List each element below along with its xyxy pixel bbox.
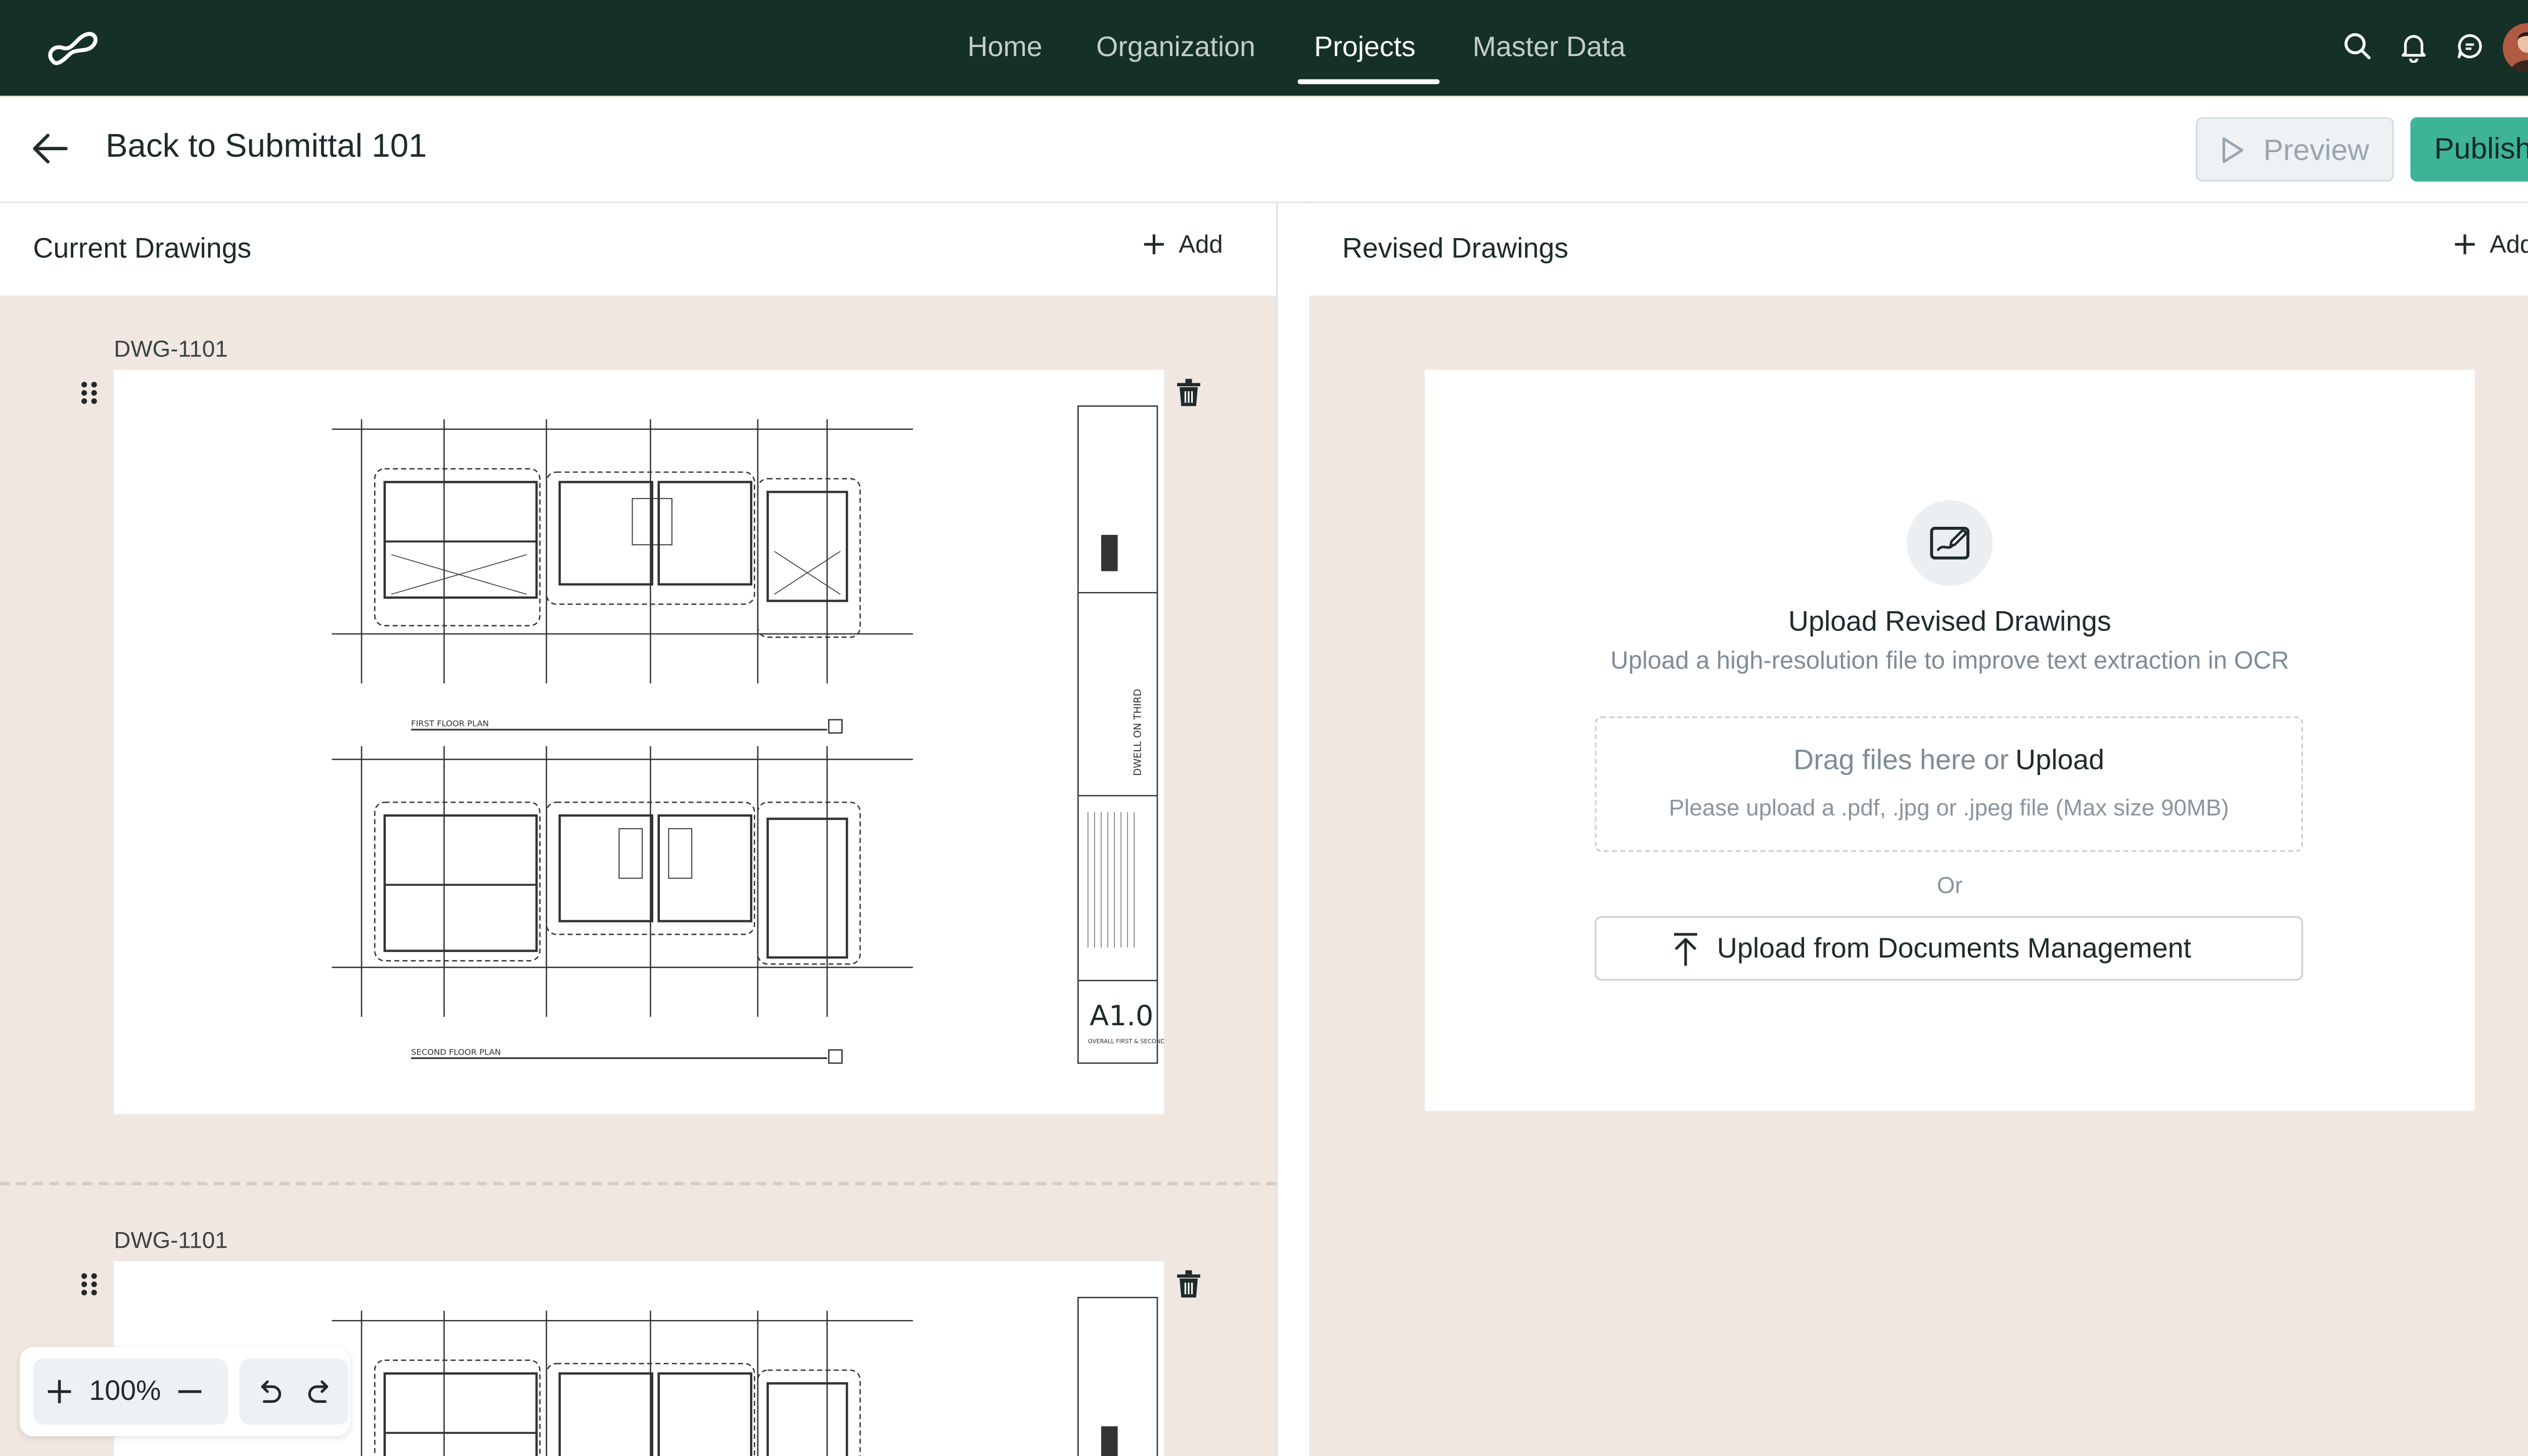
add-label: Add bbox=[2490, 231, 2528, 259]
publish-button[interactable]: Publish bbox=[2410, 117, 2528, 182]
plus-icon bbox=[2455, 234, 2475, 254]
drawing-id-label: DWG-1101 bbox=[114, 335, 228, 362]
upload-link[interactable]: Upload bbox=[2015, 745, 2104, 776]
or-separator: Or bbox=[1936, 872, 1963, 898]
zoom-controls: 100% bbox=[33, 1358, 228, 1425]
sheet-number: A1.0 bbox=[1090, 999, 1153, 1032]
drag-files-text: Drag files here or bbox=[1793, 744, 2009, 776]
floor-plan-drawing: FIRST FLOOR PLAN SECOND FLOOR PLAN DWELL… bbox=[332, 405, 1164, 1064]
drag-handle-icon[interactable] bbox=[79, 380, 99, 406]
revised-drawings-header: Revised Drawings Add bbox=[1309, 203, 2528, 296]
plan-label-second: SECOND FLOOR PLAN bbox=[411, 1048, 501, 1057]
bell-icon[interactable] bbox=[2397, 30, 2430, 63]
project-name: DWELL ON THIRD bbox=[1132, 689, 1143, 776]
panel-divider bbox=[1276, 203, 1310, 1456]
nav-master-data[interactable]: Master Data bbox=[1473, 0, 1626, 96]
nav-home[interactable]: Home bbox=[967, 0, 1042, 96]
chat-icon[interactable] bbox=[2453, 30, 2486, 63]
add-revised-drawing-button[interactable]: Add bbox=[2453, 231, 2528, 259]
search-icon[interactable] bbox=[2341, 30, 2374, 63]
current-drawings-header: Current Drawings Add bbox=[0, 203, 1277, 296]
zoom-toolbar: 100% bbox=[20, 1347, 350, 1436]
file-type-hint: Please upload a .pdf, .jpg or .jpeg file… bbox=[1668, 794, 2229, 821]
trash-icon[interactable] bbox=[1176, 1269, 1202, 1299]
revised-drawings-title: Revised Drawings bbox=[1342, 233, 1569, 264]
upload-subtitle: Upload a high-resolution file to improve… bbox=[1610, 647, 2289, 675]
app-logo[interactable] bbox=[43, 25, 103, 71]
zoom-in-icon[interactable] bbox=[46, 1379, 72, 1405]
panel-divider-line bbox=[1276, 203, 1278, 1456]
play-icon bbox=[2222, 137, 2243, 163]
upload-from-documents-label: Upload from Documents Management bbox=[1717, 932, 2191, 964]
plus-icon bbox=[1144, 234, 1164, 254]
upload-card: Upload Revised Drawings Upload a high-re… bbox=[1424, 370, 2475, 1111]
preview-button[interactable]: Preview bbox=[2195, 117, 2394, 182]
plan-label-first: FIRST FLOOR PLAN bbox=[411, 719, 489, 729]
drawing-separator bbox=[0, 1181, 1277, 1186]
trash-icon[interactable] bbox=[1176, 378, 1202, 408]
drag-handle-icon[interactable] bbox=[79, 1271, 99, 1297]
redo-icon[interactable] bbox=[305, 1377, 335, 1406]
upload-from-documents-button[interactable]: Upload from Documents Management bbox=[1595, 916, 2304, 981]
active-tab-indicator bbox=[1297, 79, 1440, 84]
nav-organization[interactable]: Organization bbox=[1096, 0, 1255, 96]
zoom-out-icon[interactable] bbox=[176, 1379, 203, 1405]
back-to-submittal-link[interactable]: Back to Submittal 101 bbox=[106, 129, 427, 167]
history-controls bbox=[239, 1358, 348, 1425]
top-navigation-bar: Home Organization Projects Master Data bbox=[0, 0, 2528, 96]
current-drawings-title: Current Drawings bbox=[33, 233, 252, 264]
user-avatar[interactable] bbox=[2503, 23, 2528, 73]
add-label: Add bbox=[1179, 231, 1223, 259]
upload-icon-container bbox=[1907, 500, 1993, 586]
upload-arrow-icon bbox=[1674, 933, 1697, 966]
drawing-id-label: DWG-1101 bbox=[114, 1226, 228, 1253]
add-current-drawing-button[interactable]: Add bbox=[1143, 231, 1223, 259]
upload-title: Upload Revised Drawings bbox=[1788, 606, 2111, 638]
back-arrow-icon[interactable] bbox=[30, 130, 73, 167]
page-header: Back to Submittal 101 Preview Publish bbox=[0, 97, 2528, 203]
undo-icon[interactable] bbox=[254, 1377, 284, 1406]
drawing-thumbnail[interactable]: FIRST FLOOR PLAN SECOND FLOOR PLAN DWELL… bbox=[114, 370, 1164, 1115]
zoom-level: 100% bbox=[89, 1375, 161, 1407]
preview-button-label: Preview bbox=[2263, 133, 2369, 167]
dropzone-prompt: Drag files here or Upload bbox=[1597, 745, 2301, 778]
drawing-upload-icon bbox=[1930, 526, 1970, 560]
sheet-title: OVERALL FIRST & SECOND FLOOR PLANS bbox=[1088, 1038, 1164, 1045]
file-dropzone[interactable]: Drag files here or Upload Please upload a… bbox=[1595, 716, 2304, 852]
